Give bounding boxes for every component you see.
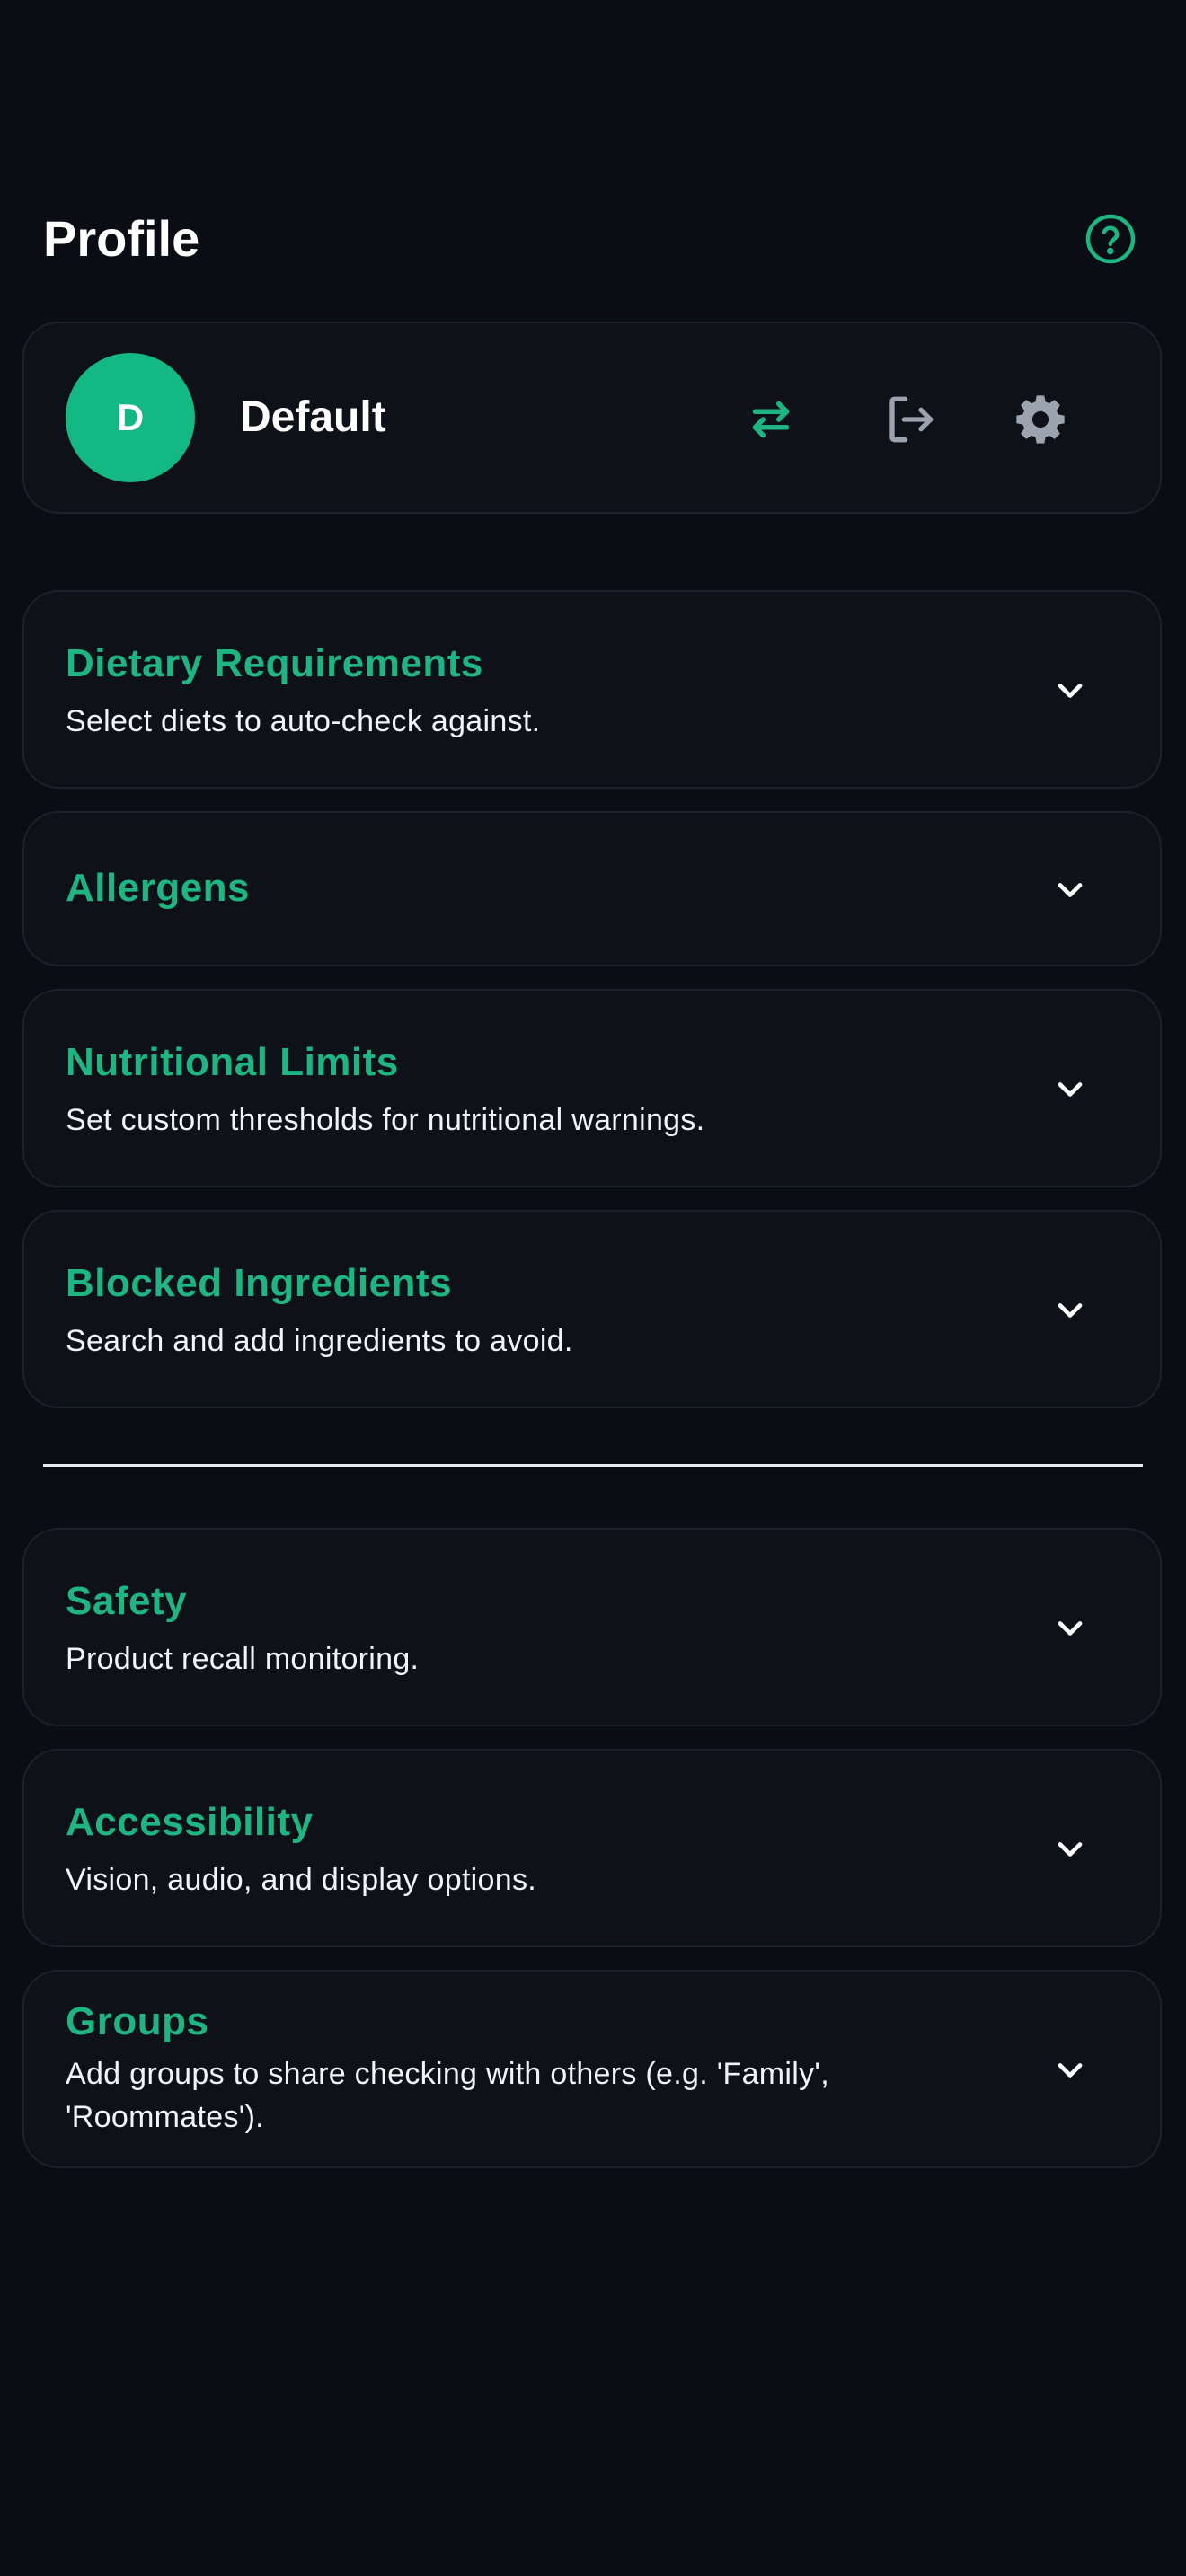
switch-profile-icon	[752, 401, 790, 438]
section-subtitle: Vision, audio, and display options.	[66, 1863, 537, 1897]
chevron-down-icon[interactable]	[1043, 664, 1097, 718]
section-dietary-requirements[interactable]: Dietary Requirements Select diets to aut…	[22, 590, 1162, 789]
section-safety[interactable]: Safety Product recall monitoring.	[22, 1528, 1162, 1726]
section-subtitle: Add groups to share checking with others…	[66, 2057, 829, 2134]
section-blocked-ingredients[interactable]: Blocked Ingredients Search and add ingre…	[22, 1210, 1162, 1408]
section-subtitle: Product recall monitoring.	[66, 1642, 420, 1676]
profile-name: Default	[240, 393, 386, 441]
section-subtitle: Select diets to auto-check against.	[66, 704, 541, 738]
page-title: Profile	[43, 210, 200, 267]
page-header: Profile	[43, 203, 1143, 275]
chevron-down-icon[interactable]	[1043, 863, 1097, 917]
profile-card: D Default	[22, 322, 1162, 514]
logout-icon	[890, 396, 934, 443]
chevron-down-icon[interactable]	[1043, 1063, 1097, 1116]
help-button[interactable]	[1078, 207, 1143, 271]
section-title: Allergens	[66, 866, 251, 910]
chevron-down-icon[interactable]	[1043, 1284, 1097, 1337]
section-title: Dietary Requirements	[66, 641, 483, 685]
section-title: Accessibility	[66, 1800, 314, 1844]
settings-button[interactable]	[1001, 380, 1080, 459]
section-divider	[43, 1464, 1143, 1467]
chevron-down-icon[interactable]	[1043, 1822, 1097, 1876]
help-circle-icon	[1085, 214, 1136, 264]
section-title: Groups	[66, 1999, 209, 2043]
logout-button[interactable]	[871, 380, 950, 459]
gear-icon	[1016, 395, 1065, 444]
section-subtitle: Set custom thresholds for nutritional wa…	[66, 1103, 705, 1137]
section-groups[interactable]: Groups Add groups to share checking with…	[22, 1970, 1162, 2168]
section-title: Nutritional Limits	[66, 1040, 399, 1084]
section-nutritional-limits[interactable]: Nutritional Limits Set custom thresholds…	[22, 989, 1162, 1187]
section-accessibility[interactable]: Accessibility Vision, audio, and display…	[22, 1749, 1162, 1947]
switch-profile-button[interactable]	[731, 380, 810, 459]
section-allergens[interactable]: Allergens	[22, 811, 1162, 966]
avatar: D	[66, 353, 195, 482]
section-subtitle: Search and add ingredients to avoid.	[66, 1324, 573, 1358]
chevron-down-icon[interactable]	[1043, 2043, 1097, 2097]
chevron-down-icon[interactable]	[1043, 1601, 1097, 1655]
section-title: Blocked Ingredients	[66, 1261, 453, 1305]
section-title: Safety	[66, 1579, 188, 1623]
